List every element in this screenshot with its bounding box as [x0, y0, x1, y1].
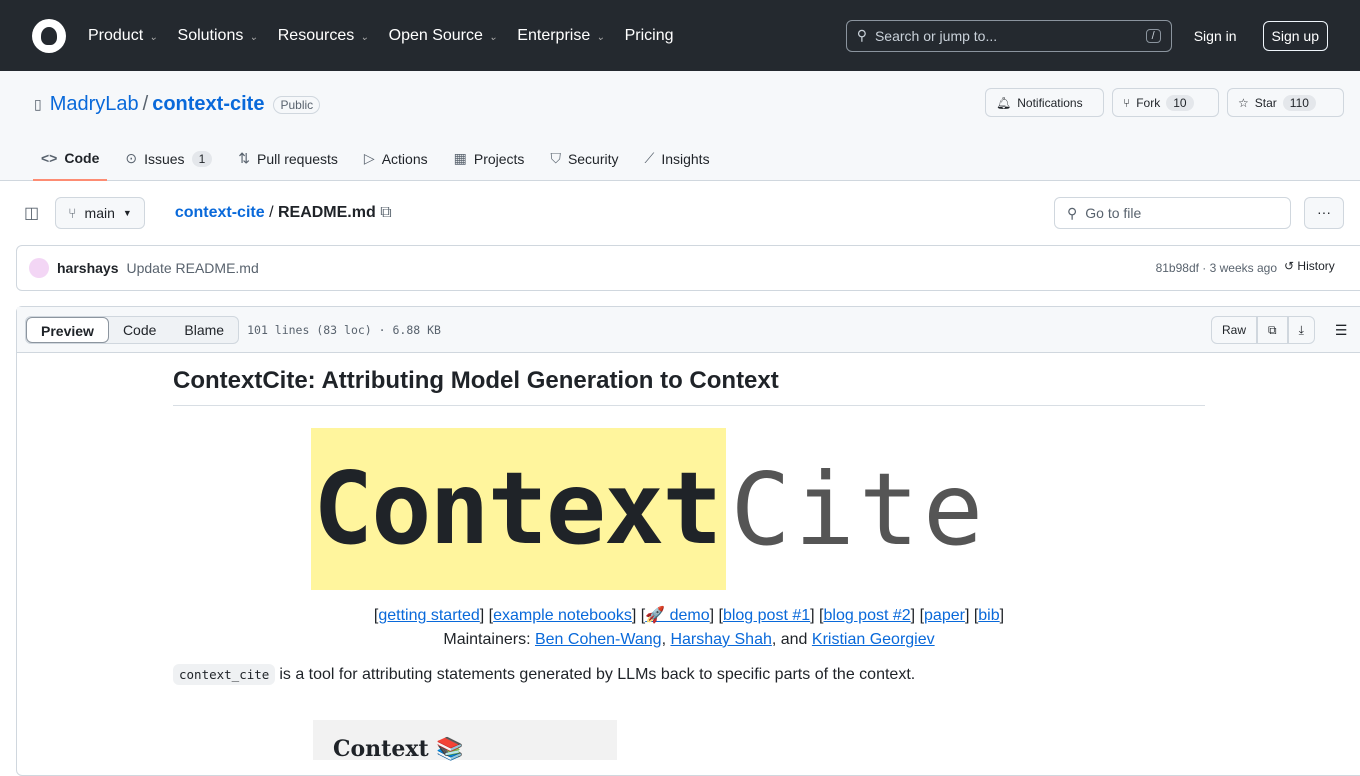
tab-security[interactable]: ⛉ Security [542, 136, 626, 181]
fork-button[interactable]: ⑂ Fork 10 [1112, 88, 1219, 117]
readme-links: [getting started] [example notebooks] [🚀… [373, 607, 1005, 648]
download-icon[interactable]: ⤓ [1287, 316, 1315, 344]
go-to-file-input[interactable]: ⚲ Go to file [1054, 197, 1291, 229]
nav-resources[interactable]: Resources ⌄ [278, 27, 369, 45]
copy-path-icon[interactable]: ⧉ [380, 204, 391, 221]
chevron-down-icon: ⌄ [360, 31, 369, 43]
contextcite-logo: Context Cite [311, 428, 1205, 590]
context-example-image: Context 📚 [313, 720, 617, 762]
tab-code[interactable]: <> Code [33, 136, 108, 181]
chevron-down-icon: ⌄ [488, 31, 498, 43]
code-icon: <> [41, 149, 58, 166]
commit-meta[interactable]: 81b98df · 3 weeks ago [1156, 261, 1277, 275]
commit-message[interactable]: Update README.md [126, 260, 258, 276]
link-getting-started[interactable]: getting started [378, 607, 479, 624]
table-icon: ▦ [453, 150, 467, 166]
file-nav-bar: ◫ ⑂ main ▼ context-cite / README.md ⧉ ⚲ Go … [0, 181, 1360, 245]
commit-author[interactable]: harshays [57, 260, 118, 276]
readme-content: ContextCite: Attributing Model Generatio… [173, 367, 1205, 762]
branch-icon: ⑂ [68, 205, 77, 221]
branch-selector[interactable]: ⑂ main ▼ [55, 197, 145, 229]
global-search[interactable]: ⚲ Search or jump to... / [845, 19, 1172, 52]
copy-icon[interactable]: ⧉ [1257, 316, 1288, 344]
issues-count: 1 [191, 150, 213, 167]
bell-icon: 🔔︎ [996, 95, 1012, 110]
star-button[interactable]: ☆ Star 110 [1227, 88, 1344, 117]
link-blog-post-1[interactable]: blog post #1 [723, 607, 810, 624]
chevron-down-icon: ⌄ [249, 31, 258, 43]
avatar[interactable] [29, 258, 49, 278]
nav-solutions[interactable]: Solutions ⌄ [178, 27, 258, 45]
file-info: 101 lines (83 loc) · 6.88 KB [247, 322, 441, 337]
repo-icon: ▯ [34, 96, 42, 112]
link-example-notebooks[interactable]: example notebooks [493, 607, 632, 624]
tab-pull-requests[interactable]: ⇅ Pull requests [230, 136, 346, 181]
nav-pricing[interactable]: Pricing [625, 27, 674, 45]
notifications-button[interactable]: 🔔︎ Notifications [985, 88, 1104, 117]
sign-in-link[interactable]: Sign in [1194, 28, 1237, 44]
shield-icon: ⛉ [550, 150, 561, 166]
sign-up-button[interactable]: Sign up [1262, 20, 1328, 51]
crumb-file: README.md [277, 204, 376, 221]
link-bib[interactable]: bib [978, 607, 999, 624]
play-icon: ▷ [363, 150, 375, 166]
repo-link[interactable]: context-cite [152, 93, 264, 116]
repo-tabs: <> Code ⊙ Issues 1 ⇅ Pull requests ▷ Actions … [33, 136, 728, 181]
maintainer-link[interactable]: Ben Cohen-Wang [535, 631, 662, 648]
graph-icon: ⟋ [644, 150, 655, 166]
global-header: Product ⌄ Solutions ⌄ Resources ⌄ Open Sour… [0, 0, 1360, 71]
readme-title: ContextCite: Attributing Model Generatio… [173, 367, 1205, 406]
link-paper[interactable]: paper [924, 607, 965, 624]
search-icon: ⚲ [856, 27, 867, 43]
repo-header: ▯ MadryLab / context-cite Public 🔔︎ Notifi… [0, 71, 1360, 181]
chevron-down-icon: ⌄ [596, 31, 605, 43]
pull-request-icon: ⇅ [238, 150, 250, 166]
chevron-down-icon: ⌄ [149, 31, 158, 43]
caret-down-icon: ▼ [122, 208, 132, 218]
visibility-badge: Public [273, 95, 321, 114]
intro-paragraph: context_cite is a tool for attributing st… [173, 664, 1205, 685]
nav-open-source[interactable]: Open Source ⌄ [389, 27, 498, 45]
blame-tab[interactable]: Blame [170, 317, 238, 343]
sidebar-toggle-icon[interactable]: ◫ [24, 203, 39, 223]
history-button[interactable]: ↺ History [1284, 259, 1335, 273]
search-icon: ⚲ [1067, 204, 1078, 221]
issue-icon: ⊙ [125, 150, 138, 166]
view-toggle: Preview Code Blame [25, 315, 240, 344]
link-blog-post-2[interactable]: blog post #2 [823, 607, 910, 624]
preview-tab[interactable]: Preview [26, 316, 109, 343]
github-logo-icon[interactable] [32, 18, 66, 53]
star-icon: ☆ [1238, 95, 1249, 110]
maintainer-link[interactable]: Kristian Georgiev [812, 631, 935, 648]
owner-link[interactable]: MadryLab [50, 93, 139, 116]
tab-actions[interactable]: ▷ Actions [356, 136, 436, 181]
outline-icon[interactable]: ☰ [1335, 316, 1348, 344]
code-view-tab[interactable]: Code [109, 317, 170, 343]
repo-title: ▯ MadryLab / context-cite Public [34, 93, 321, 116]
history-icon: ↺ [1284, 259, 1295, 273]
link-demo[interactable]: 🚀 demo [645, 607, 709, 624]
fork-icon: ⑂ [1123, 95, 1131, 110]
crumb-repo-link[interactable]: context-cite [175, 204, 265, 221]
breadcrumb: context-cite / README.md ⧉ [174, 204, 392, 221]
tab-issues[interactable]: ⊙ Issues 1 [117, 136, 220, 181]
global-nav: Product ⌄ Solutions ⌄ Resources ⌄ Open Sour… [88, 27, 694, 45]
shortcut-key: / [1145, 28, 1161, 43]
fork-count: 10 [1166, 94, 1194, 111]
star-count: 110 [1282, 94, 1316, 111]
file-viewer: Preview Code Blame 101 lines (83 loc) · … [16, 306, 1360, 776]
nav-product[interactable]: Product ⌄ [88, 27, 158, 45]
maintainer-link[interactable]: Harshay Shah [670, 631, 771, 648]
nav-enterprise[interactable]: Enterprise ⌄ [517, 27, 604, 45]
tab-insights[interactable]: ⟋ Insights [637, 136, 718, 181]
latest-commit: harshays Update README.md 81b98df · 3 we… [16, 245, 1360, 291]
tab-projects[interactable]: ▦ Projects [446, 136, 533, 181]
more-options-button[interactable]: ··· [1304, 197, 1344, 229]
raw-button[interactable]: Raw [1211, 316, 1258, 344]
